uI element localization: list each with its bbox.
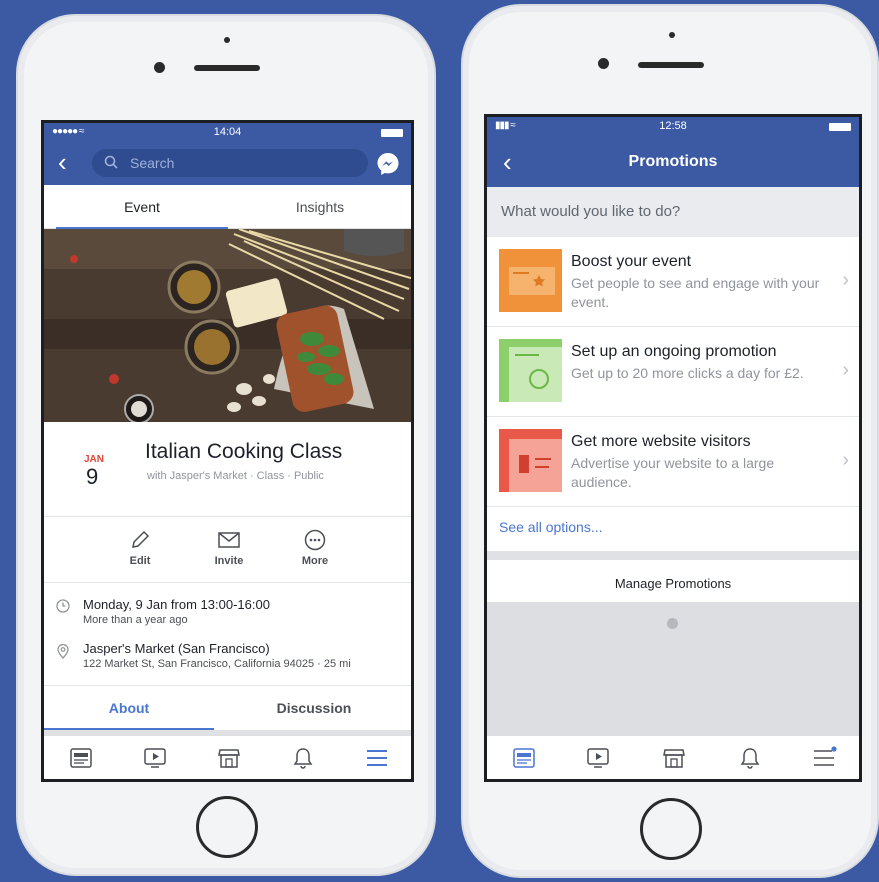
battery-icon bbox=[829, 123, 851, 131]
section-divider bbox=[487, 551, 859, 560]
back-icon[interactable]: ‹ bbox=[58, 149, 67, 175]
header-bar: ‹ Promotions bbox=[487, 137, 859, 187]
chevron-right-icon: › bbox=[842, 359, 849, 381]
status-bar: ●●●●● ≈ 14:04 bbox=[44, 123, 411, 143]
event-cover-photo bbox=[44, 229, 411, 422]
clock-icon bbox=[56, 599, 70, 613]
event-venue: Jasper's Market (San Francisco) bbox=[83, 641, 270, 656]
option-description: Get people to see and engage with your e… bbox=[571, 275, 820, 310]
search-input[interactable]: Search bbox=[92, 149, 368, 177]
notifications-bell-icon[interactable] bbox=[737, 746, 763, 770]
event-address: 122 Market St, San Francisco, California… bbox=[83, 658, 351, 670]
marketplace-icon[interactable] bbox=[661, 746, 687, 770]
chevron-right-icon: › bbox=[842, 449, 849, 471]
edit-label: Edit bbox=[129, 555, 151, 567]
front-camera bbox=[154, 62, 165, 73]
more-label: More bbox=[301, 555, 329, 567]
see-all-options-link[interactable]: See all options... bbox=[487, 507, 859, 551]
manage-promotions-label: Manage Promotions bbox=[614, 576, 732, 591]
news-feed-icon[interactable] bbox=[68, 746, 94, 770]
menu-icon[interactable] bbox=[811, 746, 837, 770]
phone-left: ●●●●● ≈ 14:04 ‹ Search Event Insights JA… bbox=[16, 14, 436, 876]
marketplace-icon[interactable] bbox=[216, 746, 242, 770]
option-boost-event[interactable]: Boost your event Get people to see and e… bbox=[487, 237, 859, 327]
option-title: Boost your event bbox=[571, 253, 692, 270]
event-title: Italian Cooking Class bbox=[145, 440, 343, 463]
option-description: Advertise your website to a large audien… bbox=[571, 455, 775, 490]
home-button[interactable] bbox=[196, 796, 258, 858]
see-all-label: See all options... bbox=[499, 519, 603, 535]
option-ongoing-promotion[interactable]: Set up an ongoing promotion Get up to 20… bbox=[487, 327, 859, 417]
website-visitors-thumbnail bbox=[499, 429, 562, 492]
cooking-photo bbox=[44, 229, 411, 422]
bottom-nav bbox=[44, 735, 411, 779]
about-discussion-tabs: About Discussion bbox=[44, 686, 411, 730]
news-feed-icon[interactable] bbox=[511, 746, 537, 770]
more-button[interactable]: More bbox=[285, 529, 345, 567]
bottom-nav bbox=[487, 735, 859, 779]
event-time: Monday, 9 Jan from 13:00-16:00 bbox=[83, 597, 270, 612]
event-time-relative: More than a year ago bbox=[83, 614, 188, 626]
search-placeholder: Search bbox=[130, 155, 175, 171]
status-time: 12:58 bbox=[659, 120, 687, 132]
page-title: Promotions bbox=[628, 153, 718, 170]
search-icon bbox=[104, 155, 118, 169]
loading-spinner-icon bbox=[667, 618, 678, 629]
earpiece-speaker bbox=[194, 65, 260, 71]
status-bar: ▮▮▮ ≈ 12:58 bbox=[487, 117, 859, 137]
event-info: JAN 9 Italian Cooking Class with Jasper'… bbox=[44, 422, 411, 517]
ongoing-promotion-thumbnail bbox=[499, 339, 562, 402]
option-title: Get more website visitors bbox=[571, 433, 751, 450]
proximity-sensor bbox=[224, 37, 230, 43]
event-tabs: Event Insights bbox=[44, 185, 411, 230]
status-time: 14:04 bbox=[213, 126, 242, 138]
question-text: What would you like to do? bbox=[501, 203, 681, 220]
home-button[interactable] bbox=[640, 798, 702, 860]
event-actions: Edit Invite More bbox=[44, 517, 411, 583]
menu-icon[interactable] bbox=[364, 746, 390, 770]
event-day: 9 bbox=[86, 464, 99, 489]
phone-right: ▮▮▮ ≈ 12:58 ‹ Promotions What would you … bbox=[461, 4, 879, 878]
loading-area bbox=[487, 602, 859, 735]
earpiece-speaker bbox=[638, 62, 704, 68]
promotions-screen: ▮▮▮ ≈ 12:58 ‹ Promotions What would you … bbox=[484, 114, 862, 782]
event-details: Monday, 9 Jan from 13:00-16:00 More than… bbox=[44, 583, 411, 686]
header-bar: ‹ Search bbox=[44, 143, 411, 185]
proximity-sensor bbox=[669, 32, 675, 38]
pencil-icon bbox=[132, 530, 150, 548]
tab-about[interactable]: About bbox=[44, 700, 214, 730]
option-website-visitors[interactable]: Get more website visitors Advertise your… bbox=[487, 417, 859, 507]
video-icon[interactable] bbox=[142, 746, 168, 770]
event-screen: ●●●●● ≈ 14:04 ‹ Search Event Insights JA… bbox=[41, 120, 414, 782]
option-description: Get up to 20 more clicks a day for £2. bbox=[571, 365, 804, 381]
section-question: What would you like to do? bbox=[487, 187, 859, 237]
boost-event-thumbnail bbox=[499, 249, 562, 312]
envelope-icon bbox=[218, 532, 240, 548]
tab-insights[interactable]: Insights bbox=[234, 199, 406, 215]
tab-discussion[interactable]: Discussion bbox=[229, 700, 399, 716]
tab-event[interactable]: Event bbox=[56, 199, 228, 230]
location-pin-icon bbox=[57, 643, 69, 659]
event-subtitle: with Jasper's Market · Class · Public bbox=[147, 470, 324, 482]
invite-button[interactable]: Invite bbox=[199, 529, 259, 567]
notifications-bell-icon[interactable] bbox=[290, 746, 316, 770]
messenger-icon[interactable] bbox=[375, 151, 401, 177]
chevron-right-icon: › bbox=[842, 269, 849, 291]
front-camera bbox=[598, 58, 609, 69]
invite-label: Invite bbox=[214, 555, 244, 567]
video-icon[interactable] bbox=[585, 746, 611, 770]
manage-promotions-button[interactable]: Manage Promotions bbox=[487, 560, 859, 606]
more-icon bbox=[304, 529, 326, 551]
option-title: Set up an ongoing promotion bbox=[571, 343, 777, 360]
edit-button[interactable]: Edit bbox=[110, 529, 170, 567]
battery-icon bbox=[381, 129, 403, 137]
